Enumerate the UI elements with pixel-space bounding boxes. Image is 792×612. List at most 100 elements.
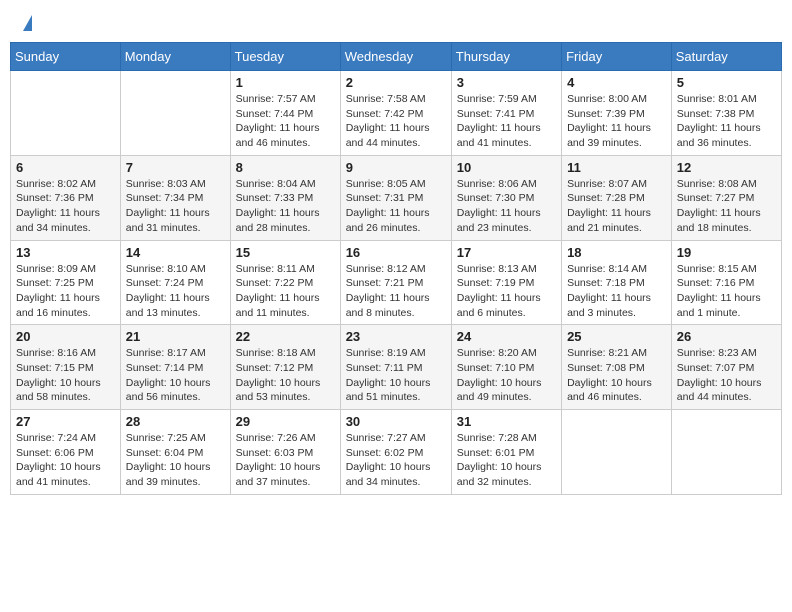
calendar-cell: 1 Sunrise: 7:57 AM Sunset: 7:44 PM Daylig… xyxy=(230,71,340,156)
day-info: Sunrise: 8:12 AM Sunset: 7:21 PM Dayligh… xyxy=(346,262,446,321)
day-info: Sunrise: 8:16 AM Sunset: 7:15 PM Dayligh… xyxy=(16,346,115,405)
header xyxy=(10,10,782,32)
day-info: Sunrise: 8:14 AM Sunset: 7:18 PM Dayligh… xyxy=(567,262,666,321)
day-info: Sunrise: 8:08 AM Sunset: 7:27 PM Dayligh… xyxy=(677,177,776,236)
calendar-week-row: 13 Sunrise: 8:09 AM Sunset: 7:25 PM Dayli… xyxy=(11,240,782,325)
day-number: 12 xyxy=(677,160,776,175)
calendar-cell: 2 Sunrise: 7:58 AM Sunset: 7:42 PM Daylig… xyxy=(340,71,451,156)
weekday-header: Tuesday xyxy=(230,43,340,71)
calendar-cell: 5Sunrise: 8:01 AM Sunset: 7:38 PM Daylig… xyxy=(671,71,781,156)
day-number: 15 xyxy=(236,245,335,260)
calendar-cell xyxy=(671,410,781,495)
day-info: Sunrise: 8:00 AM Sunset: 7:39 PM Dayligh… xyxy=(567,92,666,151)
calendar-cell: 19 Sunrise: 8:15 AM Sunset: 7:16 PM Dayli… xyxy=(671,240,781,325)
day-number: 31 xyxy=(457,414,556,429)
calendar-cell: 25 Sunrise: 8:21 AM Sunset: 7:08 PM Dayli… xyxy=(562,325,672,410)
day-info: Sunrise: 8:02 AM Sunset: 7:36 PM Dayligh… xyxy=(16,177,115,236)
calendar-cell: 16 Sunrise: 8:12 AM Sunset: 7:21 PM Dayli… xyxy=(340,240,451,325)
calendar-cell xyxy=(562,410,672,495)
calendar-cell: 20Sunrise: 8:16 AM Sunset: 7:15 PM Dayli… xyxy=(11,325,121,410)
day-info: Sunrise: 8:15 AM Sunset: 7:16 PM Dayligh… xyxy=(677,262,776,321)
day-number: 10 xyxy=(457,160,556,175)
logo xyxy=(20,15,32,27)
calendar-cell: 10 Sunrise: 8:06 AM Sunset: 7:30 PM Dayli… xyxy=(451,155,561,240)
day-info: Sunrise: 7:57 AM Sunset: 7:44 PM Dayligh… xyxy=(236,92,335,151)
day-number: 5 xyxy=(677,75,776,90)
day-number: 27 xyxy=(16,414,115,429)
day-number: 13 xyxy=(16,245,115,260)
day-number: 26 xyxy=(677,329,776,344)
day-info: Sunrise: 7:27 AM Sunset: 6:02 PM Dayligh… xyxy=(346,431,446,490)
calendar-cell: 30 Sunrise: 7:27 AM Sunset: 6:02 PM Dayli… xyxy=(340,410,451,495)
day-info: Sunrise: 8:19 AM Sunset: 7:11 PM Dayligh… xyxy=(346,346,446,405)
day-number: 19 xyxy=(677,245,776,260)
weekday-header-row: SundayMondayTuesdayWednesdayThursdayFrid… xyxy=(11,43,782,71)
calendar-cell xyxy=(120,71,230,156)
day-info: Sunrise: 8:18 AM Sunset: 7:12 PM Dayligh… xyxy=(236,346,335,405)
weekday-header: Friday xyxy=(562,43,672,71)
day-number: 9 xyxy=(346,160,446,175)
day-number: 3 xyxy=(457,75,556,90)
day-info: Sunrise: 7:28 AM Sunset: 6:01 PM Dayligh… xyxy=(457,431,556,490)
day-number: 7 xyxy=(126,160,225,175)
calendar-week-row: 1 Sunrise: 7:57 AM Sunset: 7:44 PM Daylig… xyxy=(11,71,782,156)
calendar-cell: 12 Sunrise: 8:08 AM Sunset: 7:27 PM Dayli… xyxy=(671,155,781,240)
logo-triangle-icon xyxy=(23,15,32,31)
weekday-header: Saturday xyxy=(671,43,781,71)
calendar-body: 1 Sunrise: 7:57 AM Sunset: 7:44 PM Daylig… xyxy=(11,71,782,495)
weekday-header: Monday xyxy=(120,43,230,71)
day-info: Sunrise: 8:23 AM Sunset: 7:07 PM Dayligh… xyxy=(677,346,776,405)
day-number: 1 xyxy=(236,75,335,90)
calendar-cell: 7 Sunrise: 8:03 AM Sunset: 7:34 PM Daylig… xyxy=(120,155,230,240)
calendar-cell: 15 Sunrise: 8:11 AM Sunset: 7:22 PM Dayli… xyxy=(230,240,340,325)
calendar-cell: 28Sunrise: 7:25 AM Sunset: 6:04 PM Dayli… xyxy=(120,410,230,495)
calendar-cell: 4 Sunrise: 8:00 AM Sunset: 7:39 PM Daylig… xyxy=(562,71,672,156)
day-number: 14 xyxy=(126,245,225,260)
day-number: 11 xyxy=(567,160,666,175)
calendar-cell: 6 Sunrise: 8:02 AM Sunset: 7:36 PM Daylig… xyxy=(11,155,121,240)
weekday-header: Wednesday xyxy=(340,43,451,71)
day-number: 21 xyxy=(126,329,225,344)
day-info: Sunrise: 8:06 AM Sunset: 7:30 PM Dayligh… xyxy=(457,177,556,236)
day-number: 24 xyxy=(457,329,556,344)
calendar-cell: 17 Sunrise: 8:13 AM Sunset: 7:19 PM Dayli… xyxy=(451,240,561,325)
day-info: Sunrise: 8:10 AM Sunset: 7:24 PM Dayligh… xyxy=(126,262,225,321)
calendar-cell: 26 Sunrise: 8:23 AM Sunset: 7:07 PM Dayli… xyxy=(671,325,781,410)
calendar-week-row: 27Sunrise: 7:24 AM Sunset: 6:06 PM Dayli… xyxy=(11,410,782,495)
calendar-cell: 3Sunrise: 7:59 AM Sunset: 7:41 PM Daylig… xyxy=(451,71,561,156)
day-info: Sunrise: 8:09 AM Sunset: 7:25 PM Dayligh… xyxy=(16,262,115,321)
day-number: 2 xyxy=(346,75,446,90)
day-info: Sunrise: 8:04 AM Sunset: 7:33 PM Dayligh… xyxy=(236,177,335,236)
calendar-cell: 13 Sunrise: 8:09 AM Sunset: 7:25 PM Dayli… xyxy=(11,240,121,325)
day-info: Sunrise: 8:13 AM Sunset: 7:19 PM Dayligh… xyxy=(457,262,556,321)
calendar-week-row: 6 Sunrise: 8:02 AM Sunset: 7:36 PM Daylig… xyxy=(11,155,782,240)
day-info: Sunrise: 8:05 AM Sunset: 7:31 PM Dayligh… xyxy=(346,177,446,236)
day-number: 23 xyxy=(346,329,446,344)
calendar-week-row: 20Sunrise: 8:16 AM Sunset: 7:15 PM Dayli… xyxy=(11,325,782,410)
day-number: 16 xyxy=(346,245,446,260)
calendar-cell: 9 Sunrise: 8:05 AM Sunset: 7:31 PM Daylig… xyxy=(340,155,451,240)
day-number: 6 xyxy=(16,160,115,175)
day-number: 8 xyxy=(236,160,335,175)
day-number: 28 xyxy=(126,414,225,429)
calendar-cell xyxy=(11,71,121,156)
calendar-cell: 27Sunrise: 7:24 AM Sunset: 6:06 PM Dayli… xyxy=(11,410,121,495)
day-number: 25 xyxy=(567,329,666,344)
day-number: 17 xyxy=(457,245,556,260)
weekday-header: Thursday xyxy=(451,43,561,71)
calendar-cell: 23 Sunrise: 8:19 AM Sunset: 7:11 PM Dayli… xyxy=(340,325,451,410)
day-number: 22 xyxy=(236,329,335,344)
day-info: Sunrise: 8:11 AM Sunset: 7:22 PM Dayligh… xyxy=(236,262,335,321)
calendar-cell: 22 Sunrise: 8:18 AM Sunset: 7:12 PM Dayli… xyxy=(230,325,340,410)
day-info: Sunrise: 8:17 AM Sunset: 7:14 PM Dayligh… xyxy=(126,346,225,405)
calendar-cell: 8 Sunrise: 8:04 AM Sunset: 7:33 PM Daylig… xyxy=(230,155,340,240)
calendar-table: SundayMondayTuesdayWednesdayThursdayFrid… xyxy=(10,42,782,495)
day-info: Sunrise: 7:58 AM Sunset: 7:42 PM Dayligh… xyxy=(346,92,446,151)
day-number: 30 xyxy=(346,414,446,429)
calendar-cell: 31 Sunrise: 7:28 AM Sunset: 6:01 PM Dayli… xyxy=(451,410,561,495)
day-info: Sunrise: 8:03 AM Sunset: 7:34 PM Dayligh… xyxy=(126,177,225,236)
day-number: 4 xyxy=(567,75,666,90)
calendar-cell: 14 Sunrise: 8:10 AM Sunset: 7:24 PM Dayli… xyxy=(120,240,230,325)
calendar-cell: 18Sunrise: 8:14 AM Sunset: 7:18 PM Dayli… xyxy=(562,240,672,325)
day-info: Sunrise: 8:21 AM Sunset: 7:08 PM Dayligh… xyxy=(567,346,666,405)
